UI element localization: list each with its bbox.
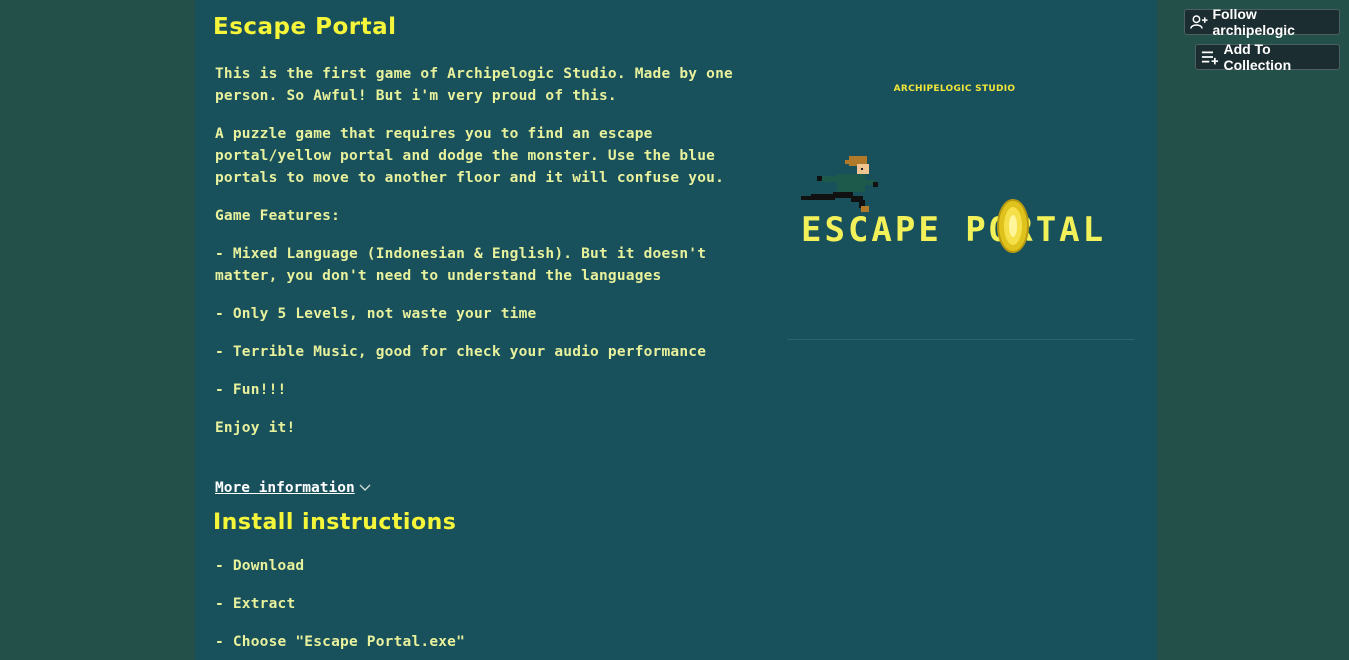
studio-label: ARCHIPELOGIC STUDIO — [893, 84, 1016, 94]
game-title: Escape Portal — [213, 14, 397, 40]
divider — [787, 339, 1134, 340]
add-to-list-icon — [1201, 51, 1219, 65]
follow-label: Follow archipelogic — [1212, 6, 1295, 38]
logo-text: ESCAPE PORTAL — [801, 199, 1106, 253]
add-to-collection-button[interactable]: Add To Collection — [1195, 41, 1340, 73]
feature-item: - Only 5 Levels, not waste your time — [215, 306, 537, 322]
chevron-down-icon — [359, 477, 371, 499]
more-information-label: More information — [215, 480, 355, 496]
install-instructions-title: Install instructions — [213, 510, 457, 535]
add-user-icon — [1190, 15, 1208, 29]
feature-item: - Terrible Music, good for check your au… — [215, 344, 707, 360]
follow-button[interactable]: Follow archipelogic — [1184, 6, 1340, 38]
game-page: Escape Portal This is the first game of … — [195, 0, 1157, 660]
closing-line: Enjoy it! — [215, 420, 296, 436]
portal-icon — [997, 199, 1029, 253]
install-step: - Choose "Escape Portal.exe" — [215, 634, 466, 650]
features-heading: Game Features: — [215, 208, 341, 224]
description-paragraph: A puzzle game that requires you to find … — [215, 126, 724, 186]
install-step: - Download — [215, 558, 305, 574]
more-information-toggle[interactable]: More information — [215, 477, 371, 499]
install-step: - Extract — [215, 596, 296, 612]
running-character-icon — [801, 156, 878, 212]
collection-label: Add To Collection — [1223, 41, 1292, 73]
description-paragraph: This is the first game of Archipelogic S… — [215, 66, 733, 104]
feature-item: - Mixed Language (Indonesian & English).… — [215, 246, 707, 284]
cover-column: ARCHIPELOGIC STUDIO ESCAPE PORTAL — [787, 0, 1137, 340]
feature-item: - Fun!!! — [215, 382, 287, 398]
